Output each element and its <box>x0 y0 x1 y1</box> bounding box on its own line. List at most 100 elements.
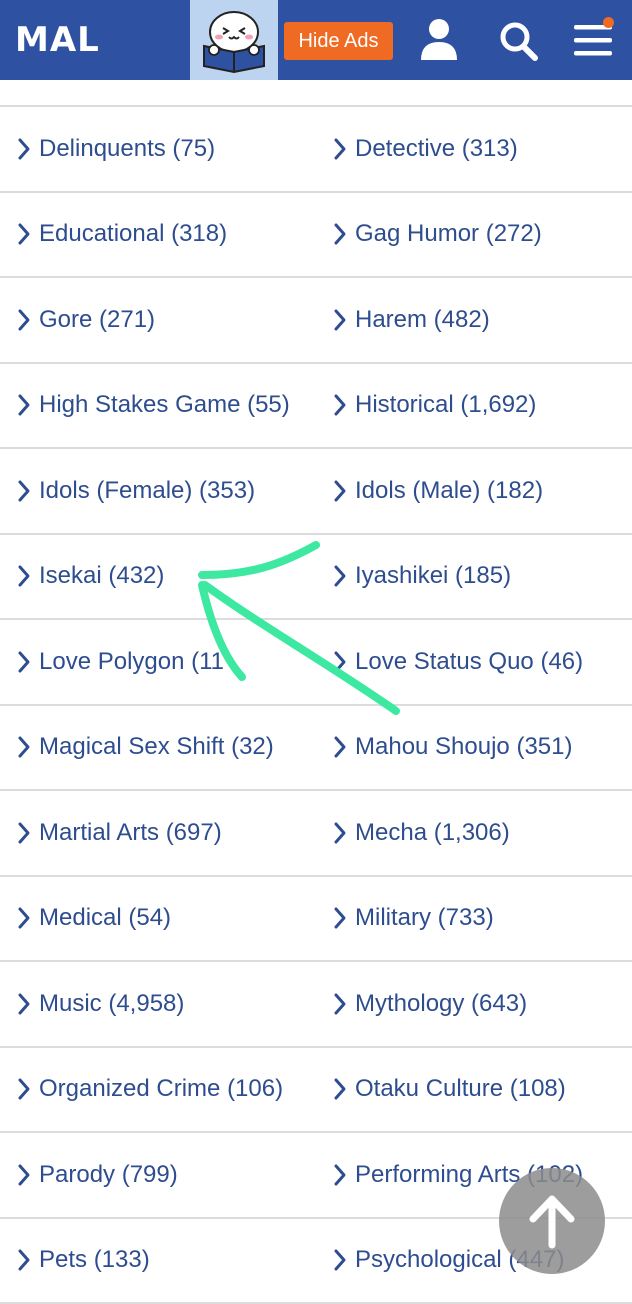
chevron-right-icon <box>16 992 32 1016</box>
chevron-right-icon <box>16 222 32 246</box>
user-icon[interactable] <box>417 16 461 64</box>
mal-logo[interactable]: MAL <box>15 18 100 62</box>
chevron-right-icon <box>332 821 348 845</box>
genre-list: Delinquents (75) Detective (313) Education… <box>0 105 632 1304</box>
genre-link[interactable]: Pets (133) <box>16 1219 150 1303</box>
genre-row: Gore (271) Harem (482) <box>0 278 632 364</box>
genre-label: Martial Arts (697) <box>39 819 222 847</box>
genre-label: Organized Crime (106) <box>39 1075 283 1103</box>
genre-label: Mahou Shoujo (351) <box>355 733 572 761</box>
chevron-right-icon <box>332 735 348 759</box>
chevron-right-icon <box>332 906 348 930</box>
genre-link[interactable]: Mythology (643) <box>332 962 527 1046</box>
chevron-right-icon <box>16 821 32 845</box>
genre-link[interactable]: Mecha (1,306) <box>332 791 510 875</box>
chevron-right-icon <box>332 222 348 246</box>
genre-label: Mecha (1,306) <box>355 819 510 847</box>
chevron-right-icon <box>332 479 348 503</box>
genre-link[interactable]: Iyashikei (185) <box>332 535 511 619</box>
genre-label: Parody (799) <box>39 1161 178 1189</box>
genre-link[interactable]: Isekai (432) <box>16 535 164 619</box>
chevron-right-icon <box>16 1248 32 1272</box>
genre-link[interactable]: Magical Sex Shift (32) <box>16 706 274 790</box>
genre-label: Pets (133) <box>39 1246 150 1274</box>
genre-link[interactable]: Gag Humor (272) <box>332 193 542 277</box>
genre-label: Detective (313) <box>355 135 518 163</box>
notification-dot <box>603 17 614 28</box>
chevron-right-icon <box>332 564 348 588</box>
genre-link[interactable]: Medical (54) <box>16 877 171 961</box>
scroll-to-top-button[interactable] <box>499 1168 605 1274</box>
arrow-up-icon <box>527 1193 577 1249</box>
genre-row: Isekai (432) Iyashikei (185) <box>0 535 632 621</box>
chevron-right-icon <box>332 1163 348 1187</box>
genre-link[interactable]: Historical (1,692) <box>332 364 536 448</box>
genre-row: Delinquents (75) Detective (313) <box>0 107 632 193</box>
chevron-right-icon <box>16 1077 32 1101</box>
chevron-right-icon <box>16 479 32 503</box>
chevron-right-icon <box>16 1163 32 1187</box>
genre-link[interactable]: Detective (313) <box>332 107 518 191</box>
genre-row: Medical (54) Military (733) <box>0 877 632 963</box>
genre-label: Music (4,958) <box>39 990 184 1018</box>
genre-link[interactable]: Organized Crime (106) <box>16 1048 283 1132</box>
top-bar: MAL Hide Ads <box>0 0 632 80</box>
chevron-right-icon <box>16 308 32 332</box>
genre-label: Idols (Male) (182) <box>355 477 543 505</box>
genre-link[interactable]: Gore (271) <box>16 278 155 362</box>
chevron-right-icon <box>16 137 32 161</box>
genre-label: Love Status Quo (46) <box>355 648 583 676</box>
genre-link[interactable]: Delinquents (75) <box>16 107 215 191</box>
hide-ads-button[interactable]: Hide Ads <box>284 22 393 60</box>
genre-label: Gore (271) <box>39 306 155 334</box>
genre-link[interactable]: Music (4,958) <box>16 962 184 1046</box>
genre-label: Otaku Culture (108) <box>355 1075 566 1103</box>
genre-label: Magical Sex Shift (32) <box>39 733 274 761</box>
genre-row: Music (4,958) Mythology (643) <box>0 962 632 1048</box>
chevron-right-icon <box>332 1077 348 1101</box>
chevron-right-icon <box>332 308 348 332</box>
genre-link[interactable]: Military (733) <box>332 877 494 961</box>
genre-label: High Stakes Game (55) <box>39 391 290 419</box>
genre-label: Isekai (432) <box>39 562 164 590</box>
reading-mascot-icon[interactable] <box>190 0 278 80</box>
chevron-right-icon <box>332 137 348 161</box>
genre-row: Magical Sex Shift (32) Mahou Shoujo (351) <box>0 706 632 792</box>
genre-label: Love Polygon (11 <box>39 648 224 676</box>
genre-link[interactable]: Parody (799) <box>16 1133 178 1217</box>
genre-row: Idols (Female) (353) Idols (Male) (182) <box>0 449 632 535</box>
chevron-right-icon <box>332 1248 348 1272</box>
chevron-right-icon <box>16 650 32 674</box>
genre-label: Gag Humor (272) <box>355 220 542 248</box>
genre-label: Educational (318) <box>39 220 227 248</box>
genre-link[interactable]: Idols (Male) (182) <box>332 449 543 533</box>
genre-label: Military (733) <box>355 904 494 932</box>
genre-link[interactable]: Idols (Female) (353) <box>16 449 255 533</box>
genre-label: Mythology (643) <box>355 990 527 1018</box>
chevron-right-icon <box>16 393 32 417</box>
genre-label: Delinquents (75) <box>39 135 215 163</box>
genre-link[interactable]: Harem (482) <box>332 278 490 362</box>
genre-label: Harem (482) <box>355 306 490 334</box>
genre-row: Martial Arts (697) Mecha (1,306) <box>0 791 632 877</box>
genre-link[interactable]: High Stakes Game (55) <box>16 364 290 448</box>
chevron-right-icon <box>332 992 348 1016</box>
genre-label: Idols (Female) (353) <box>39 477 255 505</box>
chevron-right-icon <box>332 393 348 417</box>
chevron-right-icon <box>16 564 32 588</box>
chevron-right-icon <box>16 906 32 930</box>
genre-link[interactable]: Otaku Culture (108) <box>332 1048 566 1132</box>
genre-label: Iyashikei (185) <box>355 562 511 590</box>
genre-row: Organized Crime (106) Otaku Culture (108) <box>0 1048 632 1134</box>
genre-link[interactable]: Mahou Shoujo (351) <box>332 706 572 790</box>
genre-label: Medical (54) <box>39 904 171 932</box>
genre-link[interactable]: Educational (318) <box>16 193 227 277</box>
genre-row: Love Polygon (11 Love Status Quo (46) <box>0 620 632 706</box>
chevron-right-icon <box>332 650 348 674</box>
genre-link[interactable]: Love Status Quo (46) <box>332 620 583 704</box>
genre-row: Educational (318) Gag Humor (272) <box>0 193 632 279</box>
search-icon[interactable] <box>496 16 540 64</box>
genre-link[interactable]: Martial Arts (697) <box>16 791 222 875</box>
chevron-right-icon <box>16 735 32 759</box>
genre-link[interactable]: Love Polygon (11 <box>16 620 224 704</box>
